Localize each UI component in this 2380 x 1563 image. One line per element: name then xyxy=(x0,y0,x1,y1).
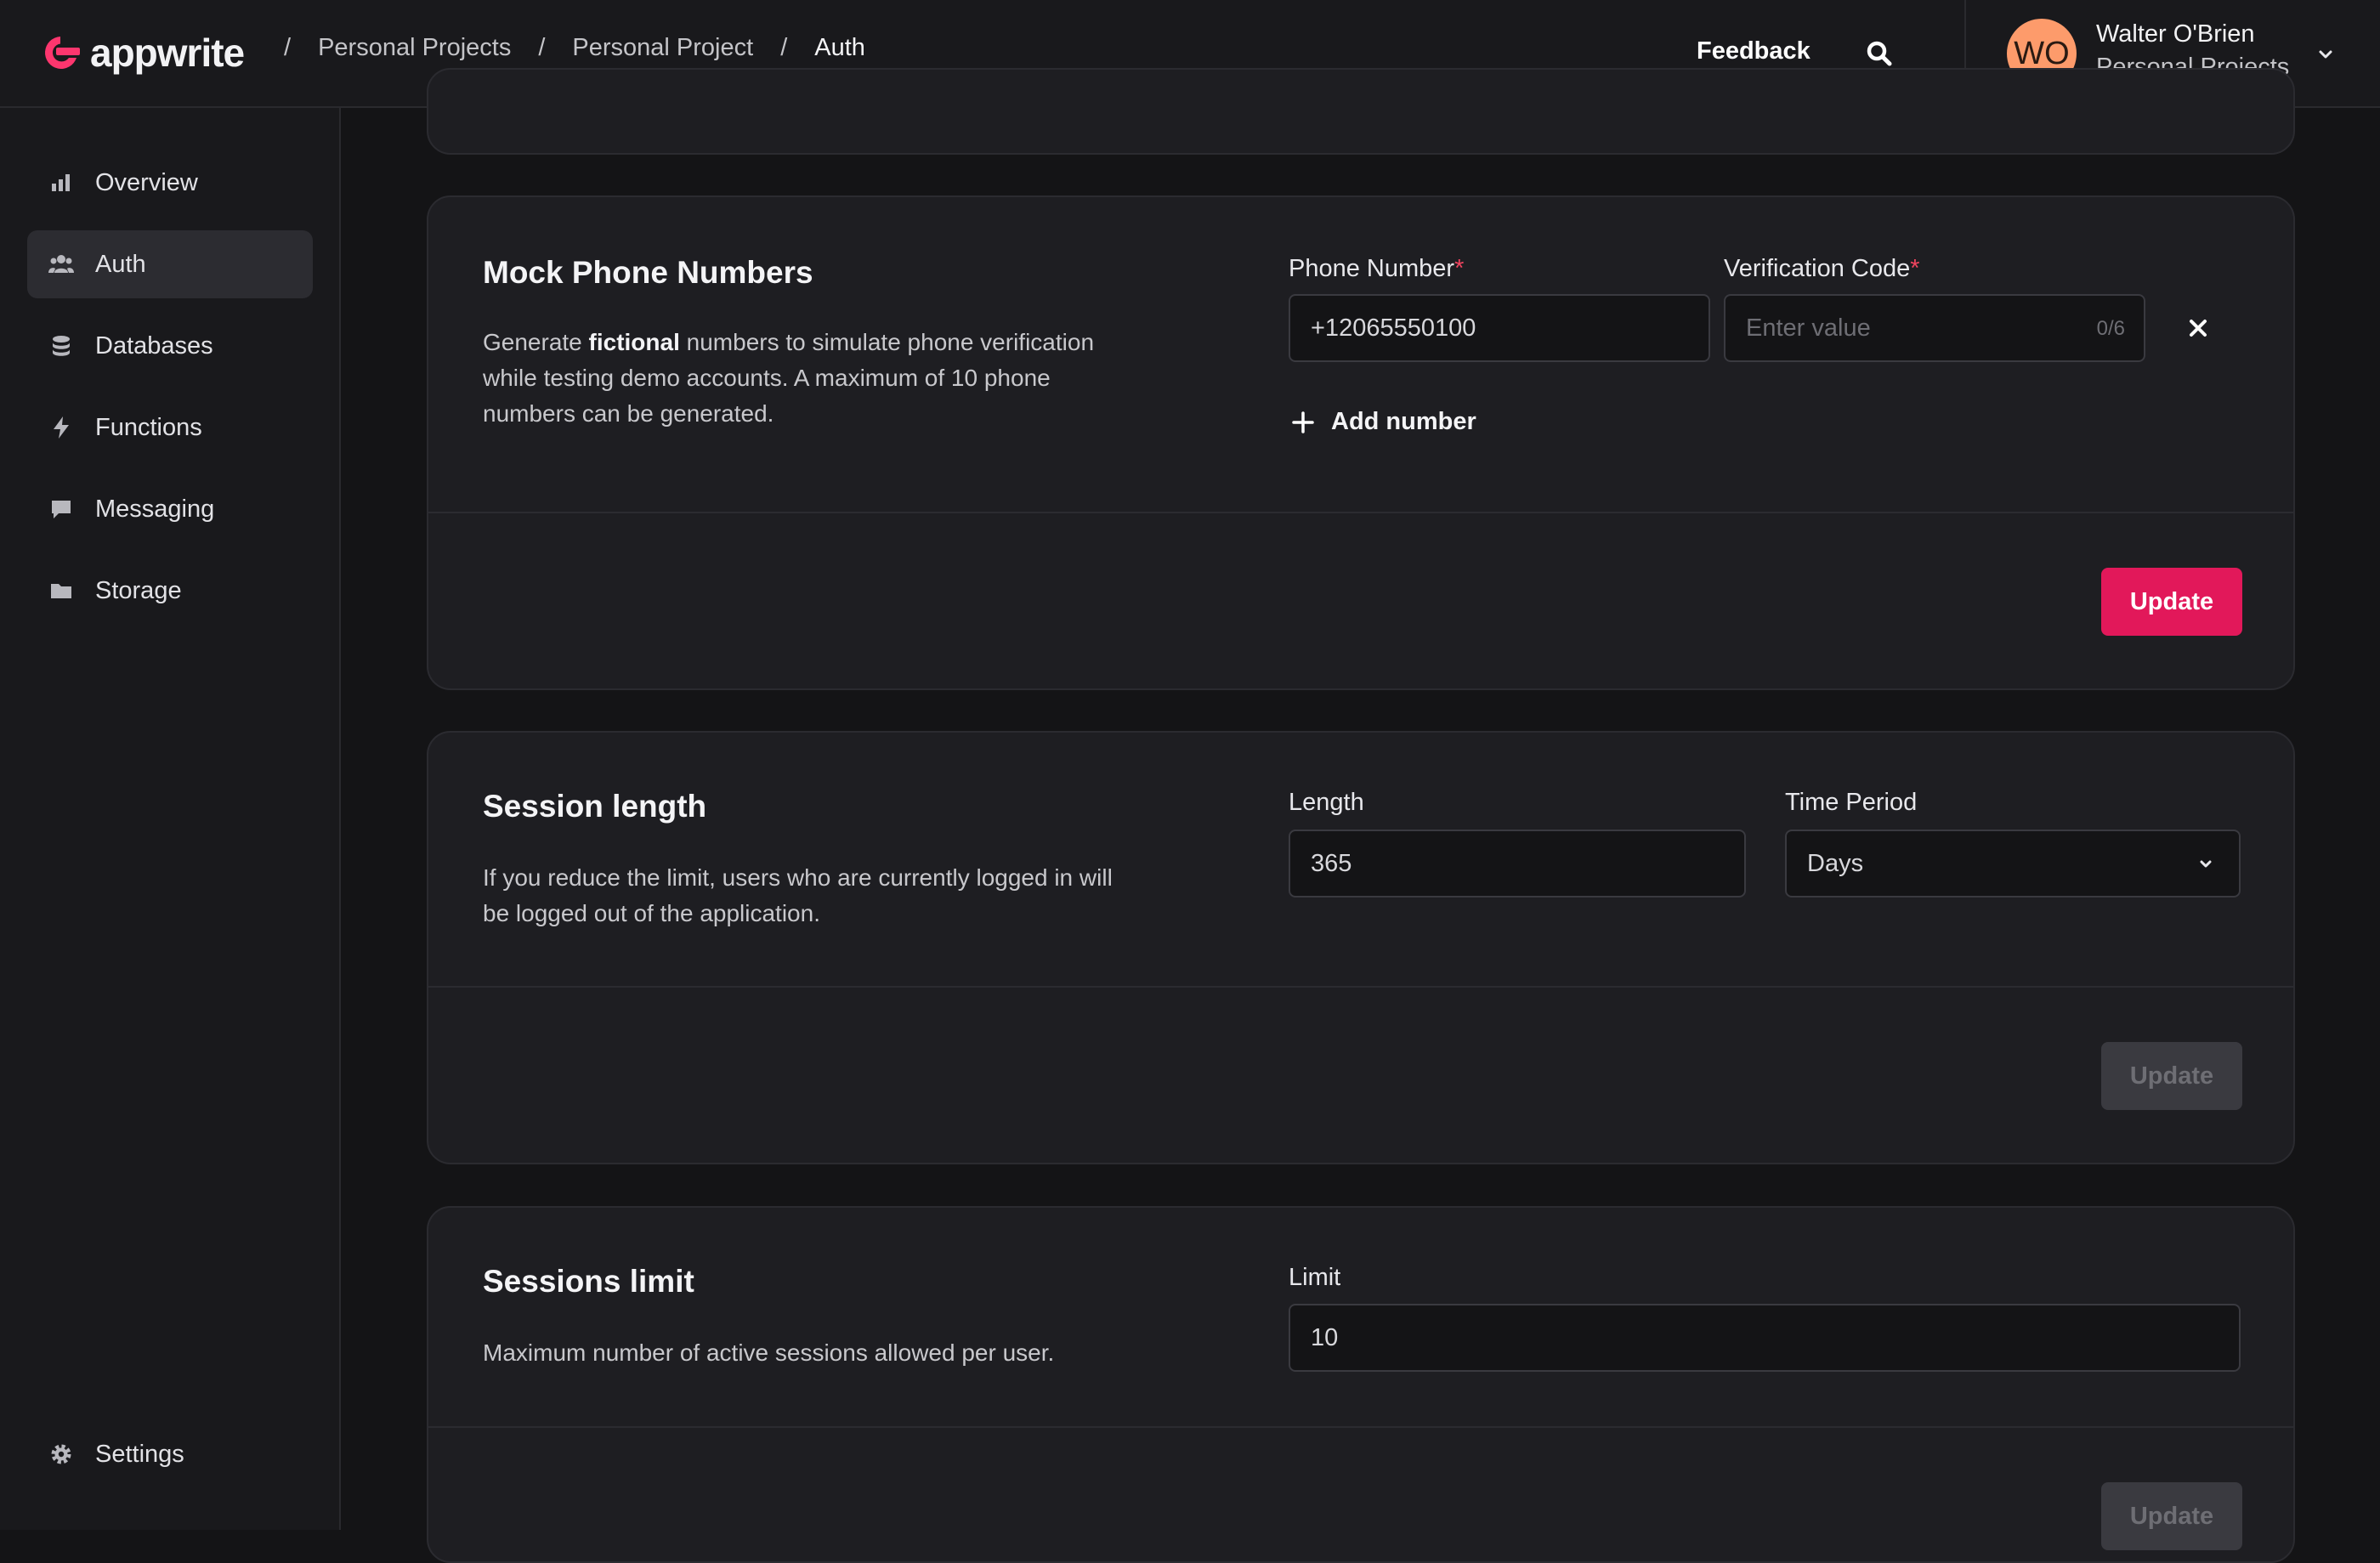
length-input[interactable]: 365 xyxy=(1289,830,1746,898)
lightning-icon xyxy=(54,416,69,439)
sidebar-item-label: Auth xyxy=(95,250,146,278)
sidebar-item-functions[interactable]: Functions xyxy=(27,394,313,462)
sessions-limit-description: Maximum number of active sessions allowe… xyxy=(483,1339,1055,1366)
verification-code-label: Verification Code* xyxy=(1724,255,1920,282)
mock-phone-description: Generate fictional numbers to simulate p… xyxy=(483,329,1095,427)
sidebar-item-storage[interactable]: Storage xyxy=(27,557,313,625)
sessions-limit-title: Sessions limit xyxy=(483,1264,694,1299)
session-length-title: Session length xyxy=(483,789,707,824)
appwrite-logo-icon xyxy=(44,37,80,69)
phone-number-input[interactable]: +12065550100 xyxy=(1289,294,1710,362)
character-counter: 0/6 xyxy=(2096,317,2125,340)
sidebar-item-label: Functions xyxy=(95,413,202,441)
update-button[interactable]: Update xyxy=(2101,568,2242,636)
time-period-label: Time Period xyxy=(1785,789,1918,816)
sidebar-item-label: Databases xyxy=(95,331,213,360)
sidebar-item-messaging[interactable]: Messaging xyxy=(27,475,313,543)
cog-icon xyxy=(51,1444,71,1464)
add-number-button[interactable]: Add number xyxy=(1290,408,1476,436)
chevron-down-icon xyxy=(2200,860,2212,868)
sessions-limit-card: Sessions limit Maximum number of active … xyxy=(427,1206,2295,1563)
plus-icon xyxy=(1292,411,1314,433)
search-icon[interactable] xyxy=(1863,37,1897,71)
sessions-limit-footer: Update xyxy=(428,1426,2293,1561)
mock-phone-numbers-card: Mock Phone Numbers Generate fictional nu… xyxy=(427,195,2295,690)
session-length-description: If you reduce the limit, users who are c… xyxy=(483,864,1113,926)
chevron-down-icon[interactable] xyxy=(2314,42,2338,66)
time-period-value: Days xyxy=(1807,849,1864,877)
sidebar-item-label: Storage xyxy=(95,576,182,604)
length-label: Length xyxy=(1289,789,1364,816)
time-period-select[interactable]: Days xyxy=(1785,830,2241,898)
session-length-card: Session length If you reduce the limit, … xyxy=(427,731,2295,1164)
update-button[interactable]: Update xyxy=(2101,1042,2242,1110)
feedback-button[interactable]: Feedback xyxy=(1697,37,1810,65)
phone-number-label: Phone Number* xyxy=(1289,255,1465,282)
sidebar-item-label: Overview xyxy=(95,168,198,196)
breadcrumb: / Personal Projects / Personal Project /… xyxy=(284,34,865,62)
verification-code-placeholder: Enter value xyxy=(1746,314,1871,342)
sidebar-item-label: Settings xyxy=(95,1440,184,1468)
remove-number-icon[interactable] xyxy=(2183,313,2213,343)
users-icon xyxy=(48,255,74,273)
verification-code-input[interactable]: Enter value 0/6 xyxy=(1724,294,2145,362)
appwrite-logo[interactable]: appwrite xyxy=(39,29,245,76)
chart-bar-icon xyxy=(52,174,70,191)
sidebar-item-label: Messaging xyxy=(95,495,215,523)
previous-card xyxy=(427,68,2295,155)
folder-icon xyxy=(51,584,71,598)
sidebar-item-auth[interactable]: Auth xyxy=(27,230,313,298)
limit-label: Limit xyxy=(1289,1264,1341,1291)
mock-phone-title: Mock Phone Numbers xyxy=(483,255,813,290)
sidebar-item-databases[interactable]: Databases xyxy=(27,312,313,380)
logo-wordmark: appwrite xyxy=(90,31,245,75)
database-icon xyxy=(53,336,70,356)
update-button[interactable]: Update xyxy=(2101,1482,2242,1550)
sidebar: Overview Auth Databases Functions Messag… xyxy=(0,108,341,1530)
limit-input[interactable]: 10 xyxy=(1289,1304,2241,1372)
session-length-footer: Update xyxy=(428,986,2293,1163)
sidebar-item-settings[interactable]: Settings xyxy=(27,1420,313,1488)
breadcrumb-organization[interactable]: Personal Projects xyxy=(318,34,511,62)
sidebar-item-overview[interactable]: Overview xyxy=(27,149,313,217)
breadcrumb-project[interactable]: Personal Project xyxy=(572,34,753,62)
breadcrumb-current: Auth xyxy=(814,34,865,61)
mock-phone-footer: Update xyxy=(428,512,2293,688)
user-name[interactable]: Walter O'Brien xyxy=(2096,20,2255,48)
chat-icon xyxy=(52,501,71,518)
